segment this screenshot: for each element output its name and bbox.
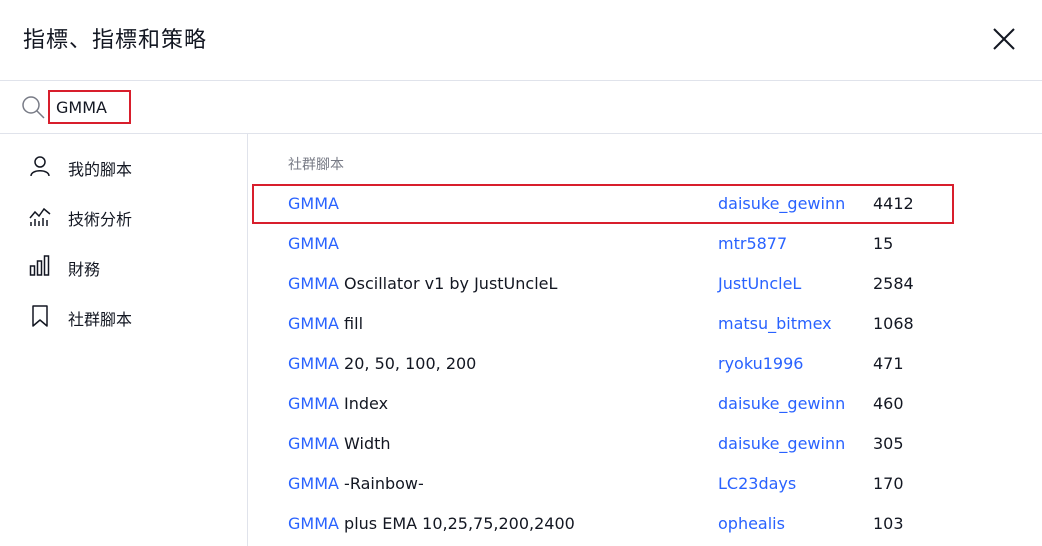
sidebar-item-label: 我的腳本	[68, 160, 133, 179]
script-name: GMMA -Rainbow-	[288, 474, 424, 493]
script-name-rest: Index	[338, 394, 389, 413]
sidebar-item-label: 技術分析	[68, 210, 133, 229]
author-link[interactable]: matsu_bitmex	[718, 314, 832, 333]
author-link[interactable]: ryoku1996	[718, 354, 803, 373]
result-row[interactable]: GMMA Index daisuke_gewinn 460	[248, 384, 1042, 424]
script-name: GMMA Width	[288, 434, 391, 453]
script-name: GMMA Oscillator v1 by JustUncleL	[288, 274, 557, 293]
search-match: GMMA	[288, 314, 339, 333]
search-match: GMMA	[288, 394, 339, 413]
likes-count: 471	[873, 354, 904, 373]
likes-count: 4412	[873, 194, 914, 213]
sidebar-item-technicals[interactable]: 技術分析	[0, 196, 247, 236]
search-match: GMMA	[288, 354, 339, 373]
sidebar-item-label: 社群腳本	[68, 310, 133, 329]
script-name: GMMA	[288, 234, 339, 253]
author-link[interactable]: ophealis	[718, 514, 785, 533]
search-match: GMMA	[288, 434, 339, 453]
script-name-rest: fill	[338, 314, 364, 333]
result-row[interactable]: GMMA plus EMA 10,25,75,200,2400 ophealis…	[248, 504, 1042, 544]
author-link[interactable]: JustUncleL	[718, 274, 801, 293]
author-link[interactable]: daisuke_gewinn	[718, 394, 845, 413]
category-sidebar: 我的腳本 技術分析 財務 社群腳本	[0, 134, 248, 546]
search-match: GMMA	[288, 194, 339, 213]
bar-chart-icon	[29, 255, 50, 276]
script-name: GMMA Index	[288, 394, 388, 413]
close-icon	[993, 28, 1015, 50]
likes-count: 305	[873, 434, 904, 453]
dialog-header: 指標、指標和策略	[0, 0, 1042, 81]
script-name-rest: Width	[338, 434, 391, 453]
result-row[interactable]: GMMA 20, 50, 100, 200 ryoku1996 471	[248, 344, 1042, 384]
result-row[interactable]: GMMA Oscillator v1 by JustUncleL JustUnc…	[248, 264, 1042, 304]
chart-line-icon	[29, 207, 51, 226]
search-match: GMMA	[288, 234, 339, 253]
script-name: GMMA	[288, 194, 339, 213]
search-match: GMMA	[288, 274, 339, 293]
likes-count: 460	[873, 394, 904, 413]
author-link[interactable]: LC23days	[718, 474, 796, 493]
search-input[interactable]	[48, 90, 131, 124]
sidebar-item-community-scripts[interactable]: 社群腳本	[0, 296, 247, 336]
author-link[interactable]: daisuke_gewinn	[718, 194, 845, 213]
script-name: GMMA 20, 50, 100, 200	[288, 354, 476, 373]
likes-count: 15	[873, 234, 894, 253]
author-link[interactable]: mtr5877	[718, 234, 787, 253]
result-row[interactable]: GMMA fill matsu_bitmex 1068	[248, 304, 1042, 344]
script-name-rest: plus EMA 10,25,75,200,2400	[338, 514, 575, 533]
results-list: GMMA daisuke_gewinn 4412 GMMA mtr5877 15…	[248, 184, 1042, 544]
section-title: 社群腳本	[288, 157, 344, 173]
close-button[interactable]	[990, 25, 1018, 53]
search-icon	[22, 96, 45, 119]
result-row[interactable]: GMMA mtr5877 15	[248, 224, 1042, 264]
likes-count: 1068	[873, 314, 914, 333]
sidebar-item-my-scripts[interactable]: 我的腳本	[0, 146, 247, 186]
result-row[interactable]: GMMA daisuke_gewinn 4412	[252, 184, 954, 224]
script-name: GMMA fill	[288, 314, 363, 333]
sidebar-item-label: 財務	[68, 260, 101, 279]
search-match: GMMA	[288, 474, 339, 493]
sidebar-item-financials[interactable]: 財務	[0, 246, 247, 286]
script-name: GMMA plus EMA 10,25,75,200,2400	[288, 514, 575, 533]
user-icon	[30, 156, 50, 177]
bookmark-icon	[32, 305, 48, 327]
likes-count: 2584	[873, 274, 914, 293]
result-row[interactable]: GMMA -Rainbow- LC23days 170	[248, 464, 1042, 504]
dialog-title: 指標、指標和策略	[23, 28, 208, 53]
script-name-rest: Oscillator v1 by JustUncleL	[338, 274, 558, 293]
results-panel: 社群腳本 GMMA daisuke_gewinn 4412 GMMA mtr58…	[248, 134, 1042, 546]
search-bar	[0, 81, 1042, 134]
likes-count: 103	[873, 514, 904, 533]
result-row[interactable]: GMMA Width daisuke_gewinn 305	[248, 424, 1042, 464]
author-link[interactable]: daisuke_gewinn	[718, 434, 845, 453]
script-name-rest: -Rainbow-	[338, 474, 424, 493]
script-name-rest: 20, 50, 100, 200	[338, 354, 477, 373]
likes-count: 170	[873, 474, 904, 493]
search-match: GMMA	[288, 514, 339, 533]
